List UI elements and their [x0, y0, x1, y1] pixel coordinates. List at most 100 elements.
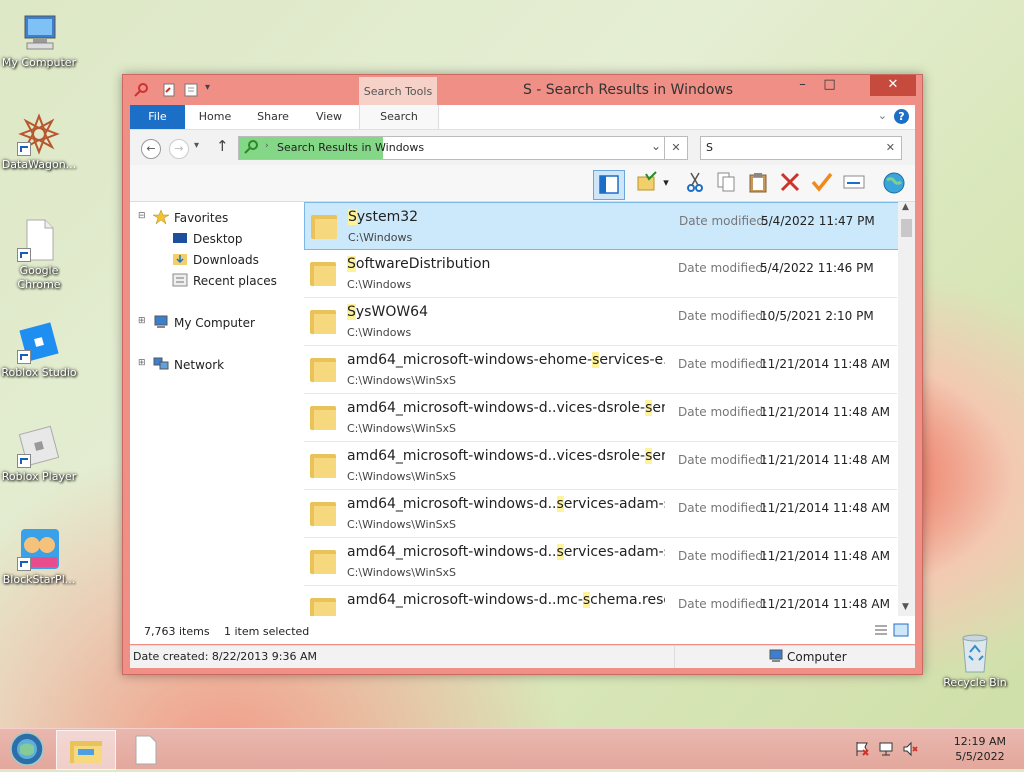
desktop-icon-blockstar[interactable]: BlockStarPl... [0, 527, 78, 587]
desktop-icon-my-computer[interactable]: My Computer [0, 10, 78, 70]
help-icon[interactable]: ? [894, 109, 909, 124]
nav-desktop[interactable]: Desktop [172, 231, 243, 246]
search-input[interactable]: S ✕ [700, 136, 902, 160]
address-bar[interactable]: › Search Results in Windows ⌄ [238, 136, 666, 160]
result-name-match: s [556, 496, 564, 512]
taskbar-blank-file-icon[interactable] [133, 735, 159, 768]
expand-computer-icon[interactable]: ⊞ [138, 316, 146, 326]
search-magnifier-icon[interactable] [133, 82, 149, 98]
result-row[interactable]: amd64_microsoft-windows-d..vices-dsrole-… [304, 442, 897, 490]
network-status-icon[interactable] [878, 741, 894, 760]
preview-pane-icon[interactable] [593, 170, 625, 200]
volume-muted-icon[interactable] [902, 741, 918, 760]
tab-home[interactable]: Home [192, 105, 238, 129]
nav-downloads[interactable]: Downloads [172, 252, 259, 267]
location-label: Computer [787, 650, 847, 664]
nav-favorites[interactable]: Favorites [152, 209, 228, 225]
result-name-prefix: amd64_microsoft-windows-ehome- [347, 352, 593, 368]
result-row[interactable]: amd64_microsoft-windows-ehome-services-e… [304, 346, 897, 394]
clear-search-icon[interactable]: ✕ [886, 141, 895, 154]
nav-network-label: Network [174, 358, 225, 372]
desktop-icon-label: Roblox Player [1, 470, 77, 483]
desktop-icon-datawagon[interactable]: DataWagon... [0, 112, 78, 172]
taskbar-file-explorer-button[interactable] [56, 730, 116, 770]
folder-options-dropdown-icon[interactable]: ▾ [660, 171, 672, 195]
desktop-icon-roblox-studio[interactable]: Roblox Studio [0, 320, 78, 380]
content-pane: ⊟ Favorites Desktop Downloads Recent pla… [130, 202, 915, 616]
maximize-button[interactable]: □ [816, 75, 843, 96]
forward-arrow-icon[interactable]: → [169, 139, 189, 159]
result-row[interactable]: amd64_microsoft-windows-d..services-adam… [304, 490, 897, 538]
result-name: System32 [348, 209, 666, 225]
large-icons-view-icon[interactable] [893, 623, 909, 640]
command-toolbar: ▾ [130, 165, 915, 202]
title-bar[interactable]: ▾ Search Tools S - Search Results in Win… [123, 75, 922, 105]
tab-share[interactable]: Share [250, 105, 296, 129]
desktop-icon-roblox-player[interactable]: Roblox Player [0, 424, 78, 484]
breadcrumb-chevron-icon[interactable]: › [265, 141, 269, 151]
result-date: 11/21/2014 11:48 AM [760, 453, 890, 467]
folder-icon [310, 355, 338, 383]
tab-view[interactable]: View [306, 105, 352, 129]
quick-access-dropdown-icon[interactable]: ▾ [205, 82, 210, 98]
start-button-icon[interactable] [8, 731, 46, 770]
globe-icon[interactable] [882, 171, 906, 195]
stop-search-button[interactable]: ✕ [664, 136, 688, 160]
result-date-label: Date modified: [678, 405, 768, 419]
datawagon-icon [17, 112, 61, 156]
scroll-down-icon[interactable]: ▼ [902, 602, 909, 612]
taskbar: 12:19 AM 5/5/2022 [0, 728, 1024, 770]
copy-icon[interactable] [714, 171, 738, 195]
result-date-label: Date modified: [679, 214, 769, 228]
cut-scissors-icon[interactable] [683, 171, 707, 195]
rename-checkmark-icon[interactable] [810, 171, 834, 195]
minimize-button[interactable]: – [789, 75, 816, 96]
new-folder-quick-icon[interactable] [183, 82, 199, 98]
result-date-label: Date modified: [678, 549, 768, 563]
desktop-icon-google-chrome[interactable]: Google Chrome [0, 218, 78, 292]
recent-locations-chevron-icon[interactable]: ▾ [194, 140, 199, 151]
result-row[interactable]: SysWOW64 C:\Windows Date modified: 10/5/202… [304, 298, 897, 346]
up-arrow-icon[interactable]: ↑ [216, 137, 229, 155]
scrollbar-thumb[interactable] [901, 219, 912, 237]
result-date: 11/21/2014 11:48 AM [760, 549, 890, 563]
expand-network-icon[interactable]: ⊞ [138, 358, 146, 368]
delete-x-icon[interactable] [778, 171, 802, 195]
result-name: amd64_microsoft-windows-d..services-adam… [347, 496, 665, 512]
result-row[interactable]: amd64_microsoft-windows-d..mc-schema.res… [304, 586, 897, 616]
select-folder-icon[interactable] [635, 171, 659, 195]
result-row[interactable]: amd64_microsoft-windows-d..services-adam… [304, 538, 897, 586]
result-path: C:\Windows [347, 278, 412, 291]
result-name-suffix: ervices-adam-s... [563, 544, 665, 560]
close-button[interactable]: ✕ [870, 75, 916, 96]
nav-recent-places[interactable]: Recent places [172, 273, 277, 288]
desktop-icon-label: Roblox Studio [1, 366, 77, 379]
address-dropdown-chevron-icon[interactable]: ⌄ [651, 139, 661, 153]
nav-my-computer[interactable]: My Computer [153, 315, 255, 330]
details-view-icon[interactable] [873, 623, 889, 640]
action-center-flag-icon[interactable] [854, 741, 870, 760]
paste-clipboard-icon[interactable] [746, 171, 770, 195]
desktop-icon-label: BlockStarPl... [2, 573, 76, 586]
desktop-icon-recycle-bin[interactable]: Recycle Bin [937, 630, 1013, 690]
roblox-studio-icon [17, 320, 61, 364]
scroll-up-icon[interactable]: ▲ [902, 202, 909, 212]
properties-card-icon[interactable] [842, 171, 866, 195]
back-arrow-icon[interactable]: ← [141, 139, 161, 159]
recycle-bin-icon [953, 630, 997, 674]
tab-search[interactable]: Search [359, 105, 439, 129]
nav-network[interactable]: Network [153, 357, 224, 372]
result-row[interactable]: System32 C:\Windows Date modified: 5/4/2022… [304, 202, 898, 250]
collapse-favorites-icon[interactable]: ⊟ [138, 211, 146, 221]
result-row[interactable]: amd64_microsoft-windows-d..vices-dsrole-… [304, 394, 897, 442]
folder-icon [310, 451, 338, 479]
properties-icon[interactable] [161, 82, 177, 98]
ribbon-expand-chevron-icon[interactable]: ⌄ [878, 109, 887, 122]
folder-icon [310, 595, 338, 616]
result-date: 11/21/2014 11:48 AM [760, 357, 890, 371]
taskbar-clock[interactable]: 12:19 AM 5/5/2022 [954, 734, 1006, 764]
status-bar: 7,763 items 1 item selected [130, 616, 915, 644]
tab-file[interactable]: File [130, 105, 185, 129]
result-row[interactable]: SoftwareDistribution C:\Windows Date modif… [304, 250, 897, 298]
results-scrollbar[interactable]: ▲ ▼ [898, 202, 915, 616]
